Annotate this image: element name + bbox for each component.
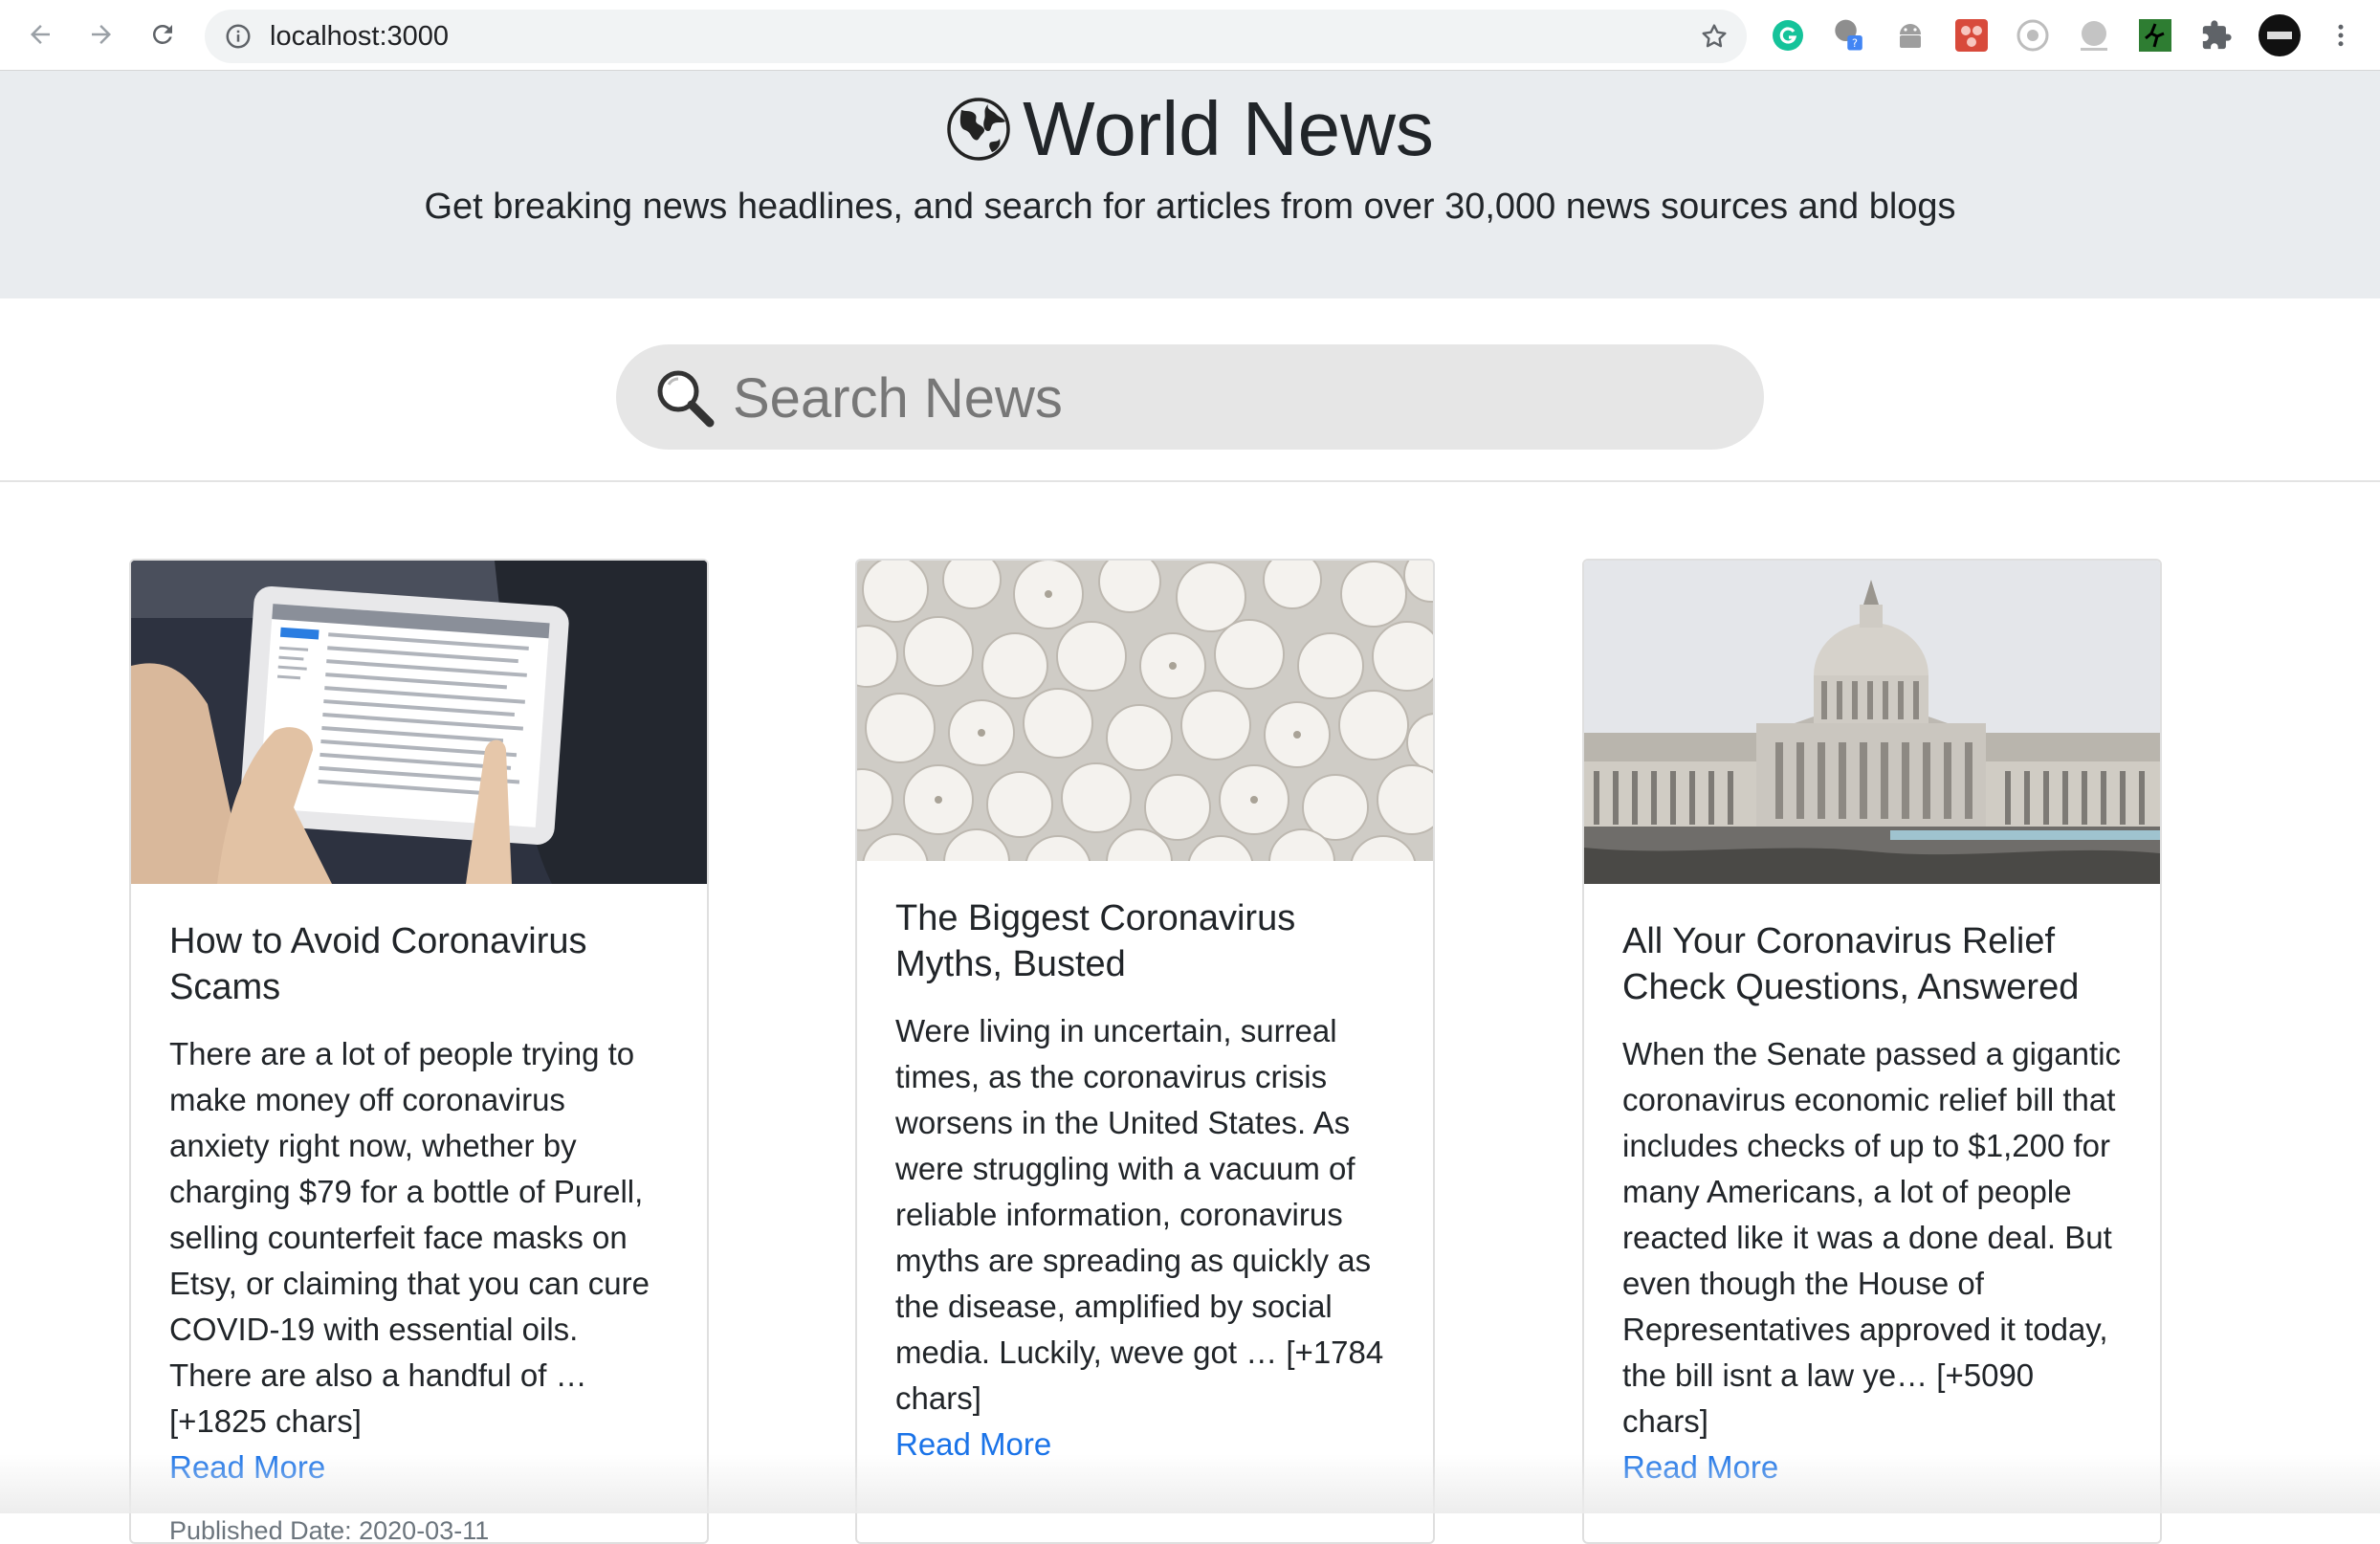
page-tagline: Get breaking news headlines, and search … — [424, 187, 1956, 227]
article-title: The Biggest Coronavirus Myths, Busted — [895, 898, 1296, 984]
card-body: How to Avoid Coronavirus Scams There are… — [131, 884, 707, 1544]
puzzle-icon[interactable] — [2198, 17, 2235, 54]
search-input[interactable] — [731, 344, 1730, 452]
address-bar[interactable]: localhost:3000 — [205, 10, 1747, 63]
globe-icon — [947, 98, 1010, 161]
site-info-icon[interactable] — [224, 22, 253, 55]
forward-button[interactable] — [80, 13, 122, 55]
gray-extension-icon[interactable] — [2076, 17, 2112, 54]
card-body: All Your Coronavirus Relief Check Questi… — [1584, 884, 2160, 1490]
article-title: All Your Coronavirus Relief Check Questi… — [1622, 921, 2080, 1007]
article-image-capitol[interactable] — [1584, 561, 2160, 884]
forward-arrow-icon — [92, 25, 111, 44]
section-divider — [0, 480, 2380, 482]
chat-extension-icon[interactable]: ? — [1831, 17, 1867, 54]
page-title: World News — [1023, 86, 1434, 171]
target-extension-icon[interactable] — [2015, 17, 2051, 54]
back-button[interactable] — [19, 13, 61, 55]
browser-toolbar: localhost:3000 ? — [0, 0, 2380, 71]
magnifier-icon — [652, 365, 719, 437]
article-description: There are a lot of people trying to make… — [169, 1036, 650, 1439]
url-text: localhost:3000 — [270, 21, 450, 52]
site-title-row: World News — [0, 77, 2380, 182]
news-card: How to Avoid Coronavirus Scams There are… — [129, 559, 709, 1544]
article-image-garlic[interactable] — [857, 561, 1433, 861]
jumbotron-header: World News Get breaking news headlines, … — [0, 71, 2380, 298]
article-description: When the Senate passed a gigantic corona… — [1622, 1036, 2122, 1439]
article-description: Were living in uncertain, surreal times,… — [895, 1013, 1384, 1416]
menu-dots-icon[interactable] — [2323, 17, 2359, 54]
star-icon[interactable] — [1699, 21, 1730, 56]
grammarly-extension-icon[interactable] — [1770, 17, 1806, 54]
news-card: All Your Coronavirus Relief Check Questi… — [1582, 559, 2162, 1544]
back-arrow-icon — [31, 25, 50, 44]
article-title: How to Avoid Coronavirus Scams — [169, 921, 587, 1007]
article-image-tablet[interactable] — [131, 561, 707, 884]
runner-extension-icon[interactable] — [2137, 17, 2173, 54]
published-date: Published Date: 2020-03-11 — [169, 1516, 490, 1544]
news-card: The Biggest Coronavirus Myths, Busted We… — [855, 559, 1435, 1544]
android-extension-icon[interactable] — [1892, 17, 1928, 54]
profile-avatar[interactable] — [2258, 13, 2302, 57]
search-bar[interactable] — [616, 344, 1764, 452]
reload-button[interactable] — [142, 13, 184, 55]
card-body: The Biggest Coronavirus Myths, Busted We… — [857, 861, 1433, 1467]
reload-icon — [152, 24, 172, 44]
svg-text:?: ? — [1852, 37, 1858, 50]
red-extension-icon[interactable] — [1953, 17, 1990, 54]
bottom-fade-overlay — [0, 1454, 2380, 1513]
